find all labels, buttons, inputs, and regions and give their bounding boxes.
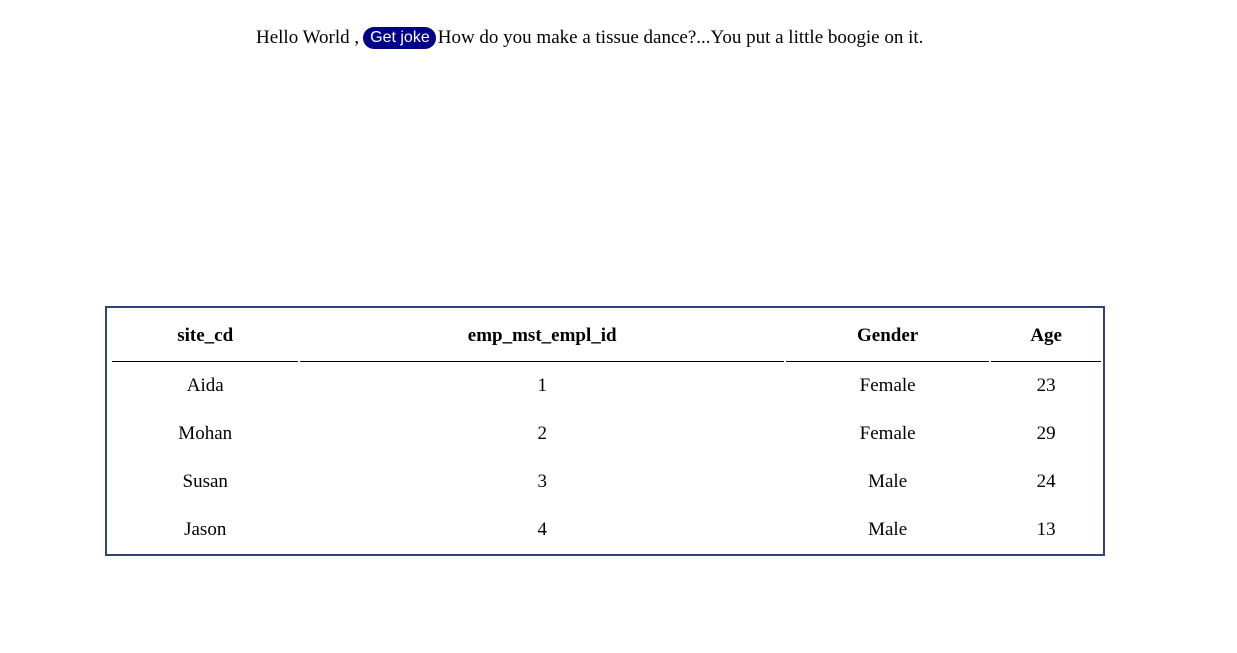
greeting-text: Hello World , [256,27,360,48]
table-row: Mohan 2 Female 29 [112,410,1101,458]
table-row: Susan 3 Male 24 [112,458,1101,506]
table-cell-age: 24 [1036,471,1056,492]
table-header-row: site_cd emp_mst_empl_id Gender Age [112,311,1101,362]
table-cell-emp-id: 1 [537,375,547,396]
table-cell-site-cd: Aida [186,375,224,396]
column-header-emp-id: emp_mst_empl_id [300,311,784,362]
table-cell-age: 13 [1036,519,1056,540]
table-cell-emp-id: 3 [537,471,547,492]
table-row: Jason 4 Male 13 [112,506,1101,554]
employee-table: site_cd emp_mst_empl_id Gender Age Aida … [110,311,1103,554]
table-cell-site-cd: Susan [182,471,228,492]
table-cell-age: 29 [1036,423,1056,444]
table-row: Aida 1 Female 23 [112,362,1101,410]
table-cell-site-cd: Jason [184,519,227,540]
column-header-site-cd: site_cd [112,311,299,362]
column-header-age: Age [991,311,1101,362]
table-cell-age: 23 [1036,375,1056,396]
table-cell-gender: Male [868,519,908,540]
table-cell-gender: Female [859,423,916,444]
table-cell-emp-id: 4 [537,519,547,540]
get-joke-button[interactable]: Get joke [363,27,436,49]
column-header-gender: Gender [785,311,990,362]
employee-table-container: site_cd emp_mst_empl_id Gender Age Aida … [105,306,1105,556]
table-cell-gender: Female [859,375,916,396]
greeting-line: Hello World , Get joke How do you make a… [256,26,923,50]
joke-text: How do you make a tissue dance?...You pu… [437,27,924,48]
table-cell-gender: Male [868,471,908,492]
table-cell-emp-id: 2 [537,423,547,444]
table-cell-site-cd: Mohan [178,423,233,444]
